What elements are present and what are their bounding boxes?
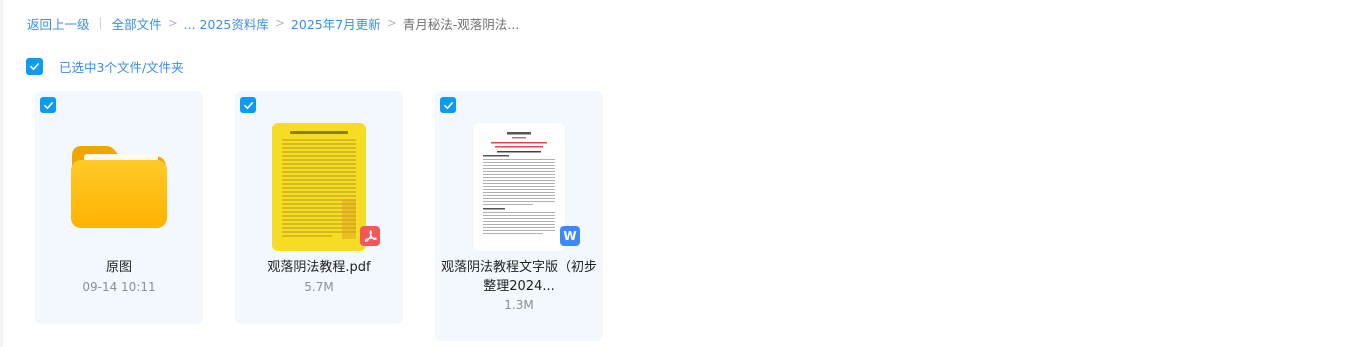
breadcrumb-separator: >: [274, 16, 285, 30]
selection-count-label: 已选中3个文件/文件夹: [59, 59, 184, 75]
file-size: 5.7M: [304, 280, 334, 294]
left-border: [0, 0, 3, 347]
breadcrumb-2025-library[interactable]: ... 2025资料库: [184, 14, 269, 33]
file-modified-date: 09-14 10:11: [82, 280, 156, 294]
file-name-line-1: 观落阴法教程文字版（初步: [440, 260, 597, 275]
file-checkbox[interactable]: [240, 97, 256, 113]
file-card-word[interactable]: W 观落阴法教程文字版（初步 整理2024... 1.3M: [435, 91, 603, 341]
file-checkbox[interactable]: [440, 97, 456, 113]
checkmark-icon: [30, 62, 39, 70]
breadcrumb-separator: >: [167, 16, 178, 30]
checkmark-icon: [443, 101, 453, 109]
checkmark-icon: [43, 101, 53, 109]
breadcrumb-divider: |: [98, 16, 103, 30]
file-name: 原图: [105, 260, 132, 275]
file-name: 观落阴法教程.pdf: [267, 260, 371, 275]
file-card-folder[interactable]: 原图 09-14 10:11: [35, 91, 203, 324]
select-all-checkbox[interactable]: [26, 57, 43, 75]
breadcrumb-july-update[interactable]: 2025年7月更新: [291, 14, 381, 33]
checkmark-icon: [243, 101, 253, 109]
back-link[interactable]: 返回上一级: [27, 14, 90, 33]
breadcrumb-separator: >: [386, 16, 397, 30]
breadcrumb-current-folder: 青月秘法-观落阴法...: [402, 16, 520, 32]
file-checkbox[interactable]: [40, 97, 56, 113]
file-name-line-2: 整理2024...: [483, 279, 555, 294]
word-thumbnail: [473, 123, 565, 251]
pdf-icon: [360, 226, 380, 246]
breadcrumb: 返回上一级 | 全部文件 > ... 2025资料库 > 2025年7月更新 >…: [27, 14, 519, 32]
word-icon: W: [560, 226, 580, 246]
file-size: 1.3M: [504, 298, 534, 312]
folder-icon: [71, 146, 167, 228]
pdf-thumbnail: [272, 123, 366, 251]
breadcrumb-all-files[interactable]: 全部文件: [112, 14, 162, 33]
file-card-pdf[interactable]: 观落阴法教程.pdf 5.7M: [235, 91, 403, 324]
selection-bar: 已选中3个文件/文件夹: [26, 57, 184, 75]
